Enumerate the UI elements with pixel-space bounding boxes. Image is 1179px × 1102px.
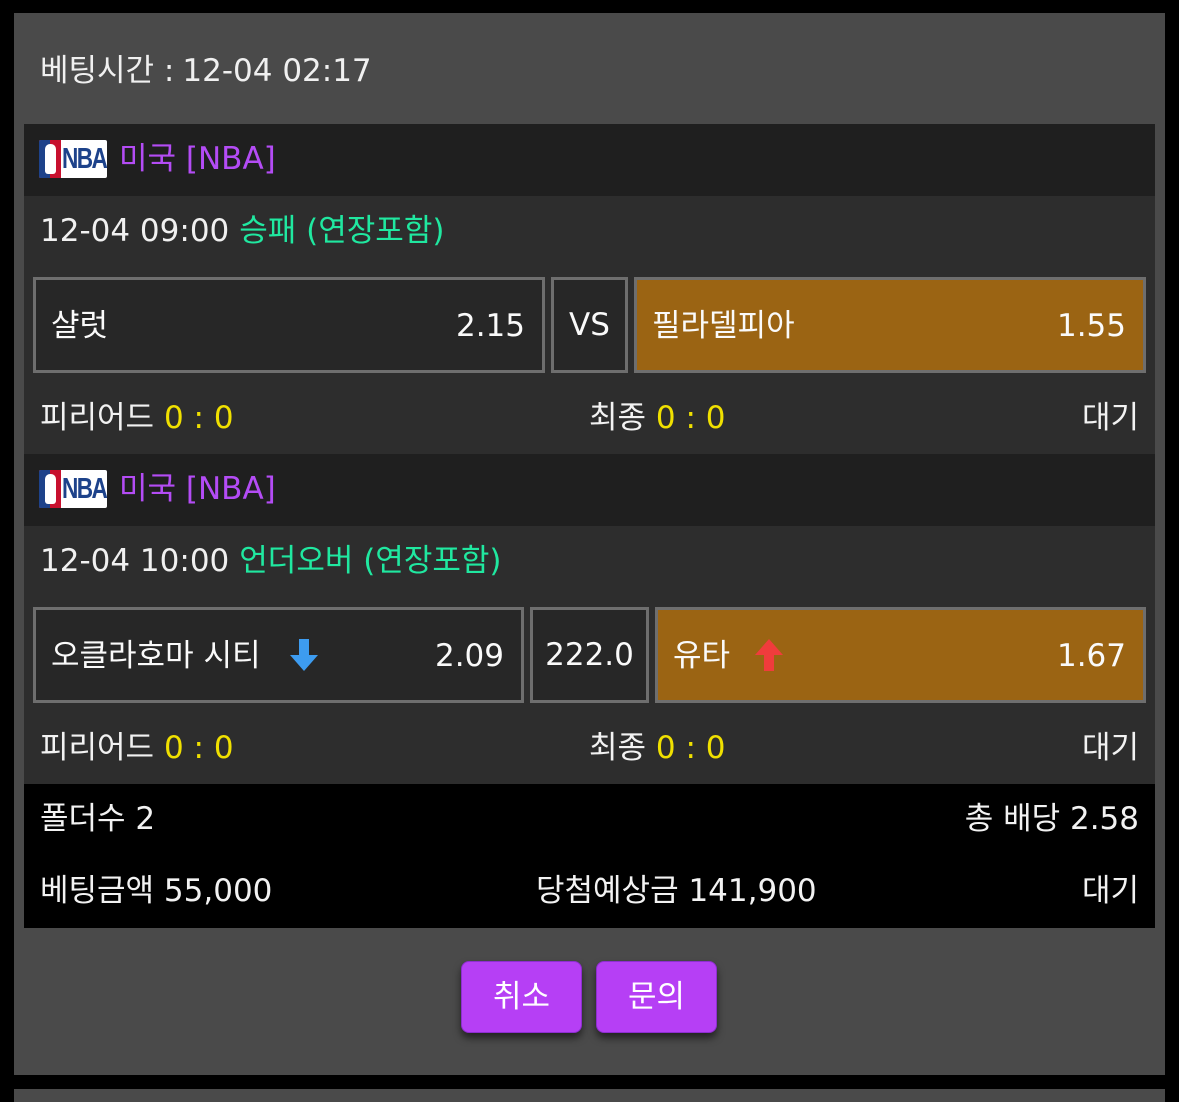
next-bet-card <box>14 1089 1165 1102</box>
under-odds-button[interactable]: 오클라호마 시티 2.09 <box>33 607 524 703</box>
folder-count: 폴더수 2 <box>40 801 156 837</box>
market-type: 언더오버 (연장포함) <box>239 543 502 579</box>
away-odd: 1.55 <box>1056 308 1126 344</box>
home-odd: 2.09 <box>434 638 504 674</box>
league-header: NBA 미국 [NBA] <box>24 124 1155 196</box>
away-odds-button[interactable]: 필라델피아 1.55 <box>634 277 1146 373</box>
bet-slip-card: 베팅시간 :12-04 02:17 NBA 미국 [NBA] 12-04 09:… <box>14 13 1165 1075</box>
away-team: 유타 <box>673 638 731 674</box>
cancel-button[interactable]: 취소 <box>461 961 582 1033</box>
period-score: 0 : 0 <box>163 400 234 436</box>
league-name: 미국 [NBA] <box>119 471 276 507</box>
bet-summary: 폴더수 2 총 배당 2.58 베팅금액 55,000 당첨예상금 141,90… <box>24 784 1155 928</box>
period-score: 0 : 0 <box>163 730 234 766</box>
score-row: 피리어드 0 : 0 최종 0 : 0 대기 <box>24 385 1155 451</box>
total-odds: 총 배당 2.58 <box>964 801 1139 837</box>
bet-time-value: 12-04 02:17 <box>182 53 372 89</box>
arrow-up-icon <box>755 639 783 671</box>
bet-amount: 베팅금액 55,000 <box>40 873 273 909</box>
home-odds-button[interactable]: 샬럿 2.15 <box>33 277 545 373</box>
bet-time: 베팅시간 :12-04 02:17 <box>40 53 372 89</box>
inquiry-button[interactable]: 문의 <box>596 961 717 1033</box>
home-team: 샬럿 <box>51 308 109 344</box>
bet-status: 대기 <box>1081 873 1139 909</box>
handicap-box: 222.0 <box>530 607 649 703</box>
home-odd: 2.15 <box>455 308 525 344</box>
game-time: 12-04 10:00 언더오버 (연장포함) <box>40 543 502 579</box>
away-team: 필라델피아 <box>652 308 795 344</box>
league-header: NBA 미국 [NBA] <box>24 454 1155 526</box>
final-score: 0 : 0 <box>655 400 726 436</box>
game-time: 12-04 09:00 승패 (연장포함) <box>40 213 445 249</box>
score-row: 피리어드 0 : 0 최종 0 : 0 대기 <box>24 715 1155 781</box>
home-team: 오클라호마 시티 <box>51 638 261 674</box>
game-status: 대기 <box>1081 730 1139 766</box>
away-odd: 1.67 <box>1056 638 1126 674</box>
vs-box: VS <box>551 277 628 373</box>
league-name: 미국 [NBA] <box>119 141 276 177</box>
final-score: 0 : 0 <box>655 730 726 766</box>
expected-win: 당첨예상금 141,900 <box>536 873 817 909</box>
arrow-down-icon <box>290 639 318 671</box>
market-type: 승패 (연장포함) <box>239 213 445 249</box>
game-status: 대기 <box>1081 400 1139 436</box>
over-odds-button[interactable]: 유타 1.67 <box>655 607 1146 703</box>
nba-logo: NBA <box>39 470 107 508</box>
nba-logo: NBA <box>39 140 107 178</box>
